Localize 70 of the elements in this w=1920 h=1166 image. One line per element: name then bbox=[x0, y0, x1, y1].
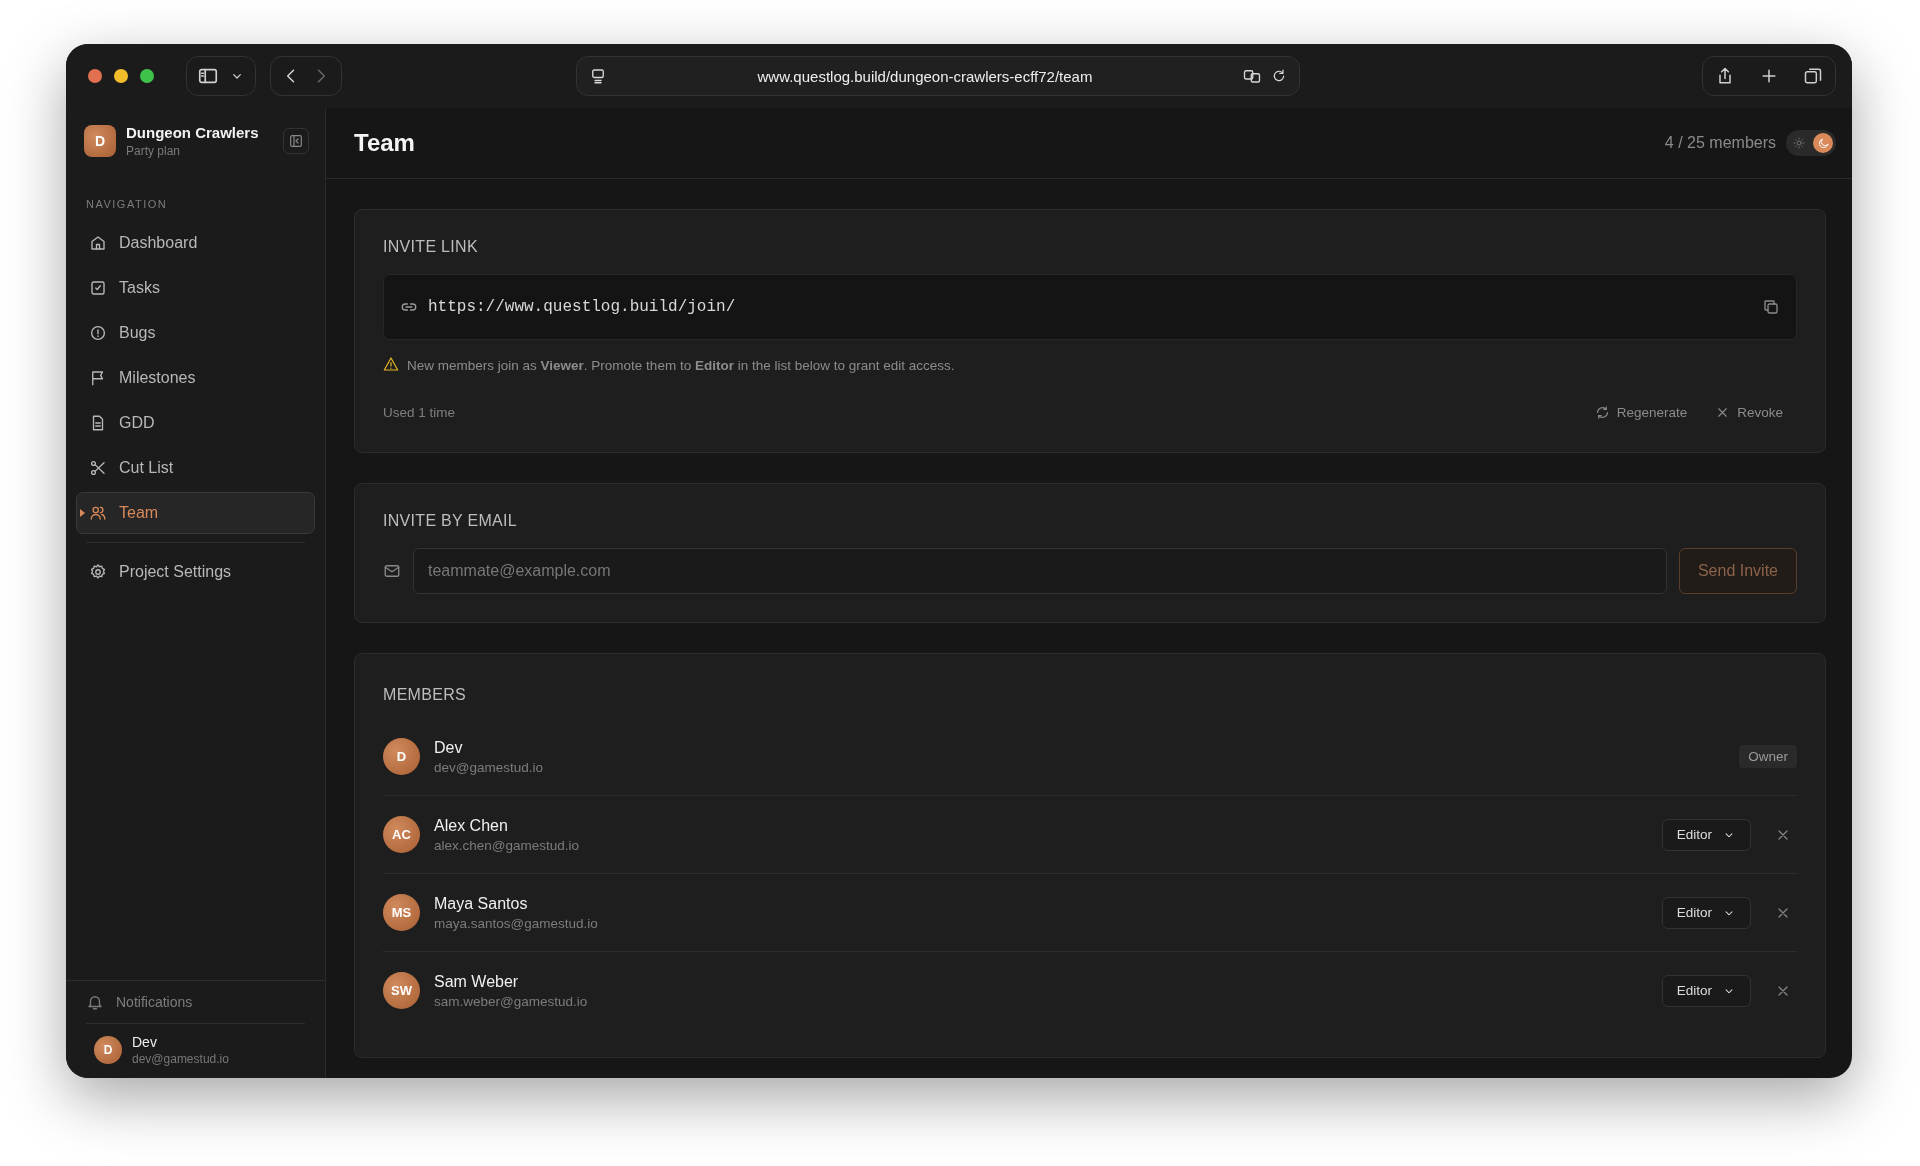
users-icon bbox=[89, 504, 107, 522]
translate-icon bbox=[1243, 67, 1261, 85]
revoke-button[interactable]: Revoke bbox=[1701, 401, 1797, 424]
sun-icon bbox=[1793, 137, 1805, 149]
url-text: www.questlog.build/dungeon-crawlers-ecff72/team bbox=[756, 67, 1094, 85]
member-name: Alex Chen bbox=[434, 816, 509, 835]
theme-toggle[interactable] bbox=[1786, 130, 1836, 156]
tabs-icon bbox=[1803, 66, 1823, 86]
copy-button[interactable] bbox=[1762, 298, 1780, 316]
member-name: Sam Weber bbox=[434, 972, 520, 991]
nav-item[interactable]: Milestones bbox=[76, 357, 315, 399]
user-name: Dev bbox=[132, 1034, 158, 1050]
checkbox-icon bbox=[89, 279, 107, 297]
role-dropdown[interactable]: Editor bbox=[1661, 818, 1751, 851]
member-avatar: MS bbox=[383, 894, 420, 931]
minimize-icon[interactable] bbox=[114, 69, 128, 83]
nav-item[interactable]: Bugs bbox=[76, 312, 315, 354]
nav-item[interactable]: Tasks bbox=[76, 267, 315, 309]
refresh-icon bbox=[1594, 405, 1610, 420]
panel-left-icon bbox=[288, 133, 304, 149]
nav-item[interactable]: Project Settings bbox=[76, 551, 315, 593]
usage-text: Used 1 time bbox=[383, 405, 457, 420]
nav-item[interactable]: Cut List bbox=[76, 447, 315, 489]
notifications-item[interactable]: Notifications bbox=[66, 980, 325, 1023]
page-title: Team bbox=[354, 129, 416, 157]
member-email: dev@gamestud.io bbox=[434, 759, 544, 775]
role-dropdown[interactable]: Editor bbox=[1661, 974, 1751, 1007]
invite-note: New members join as Viewer. Promote them to Editor in the list below to grant edit access. bbox=[407, 358, 955, 373]
maximize-icon[interactable] bbox=[140, 69, 154, 83]
member-avatar: AC bbox=[383, 816, 420, 853]
card-title: INVITE BY EMAIL bbox=[383, 512, 519, 530]
nav-item[interactable]: Team bbox=[76, 492, 315, 534]
card-title: INVITE LINK bbox=[383, 238, 479, 256]
member-name: Dev bbox=[434, 738, 464, 757]
card-title: MEMBERS bbox=[383, 686, 467, 704]
project-name: Dungeon Crawlers bbox=[126, 124, 260, 141]
member-email: alex.chen@gamestud.io bbox=[434, 837, 581, 853]
role-dropdown[interactable]: Editor bbox=[1661, 896, 1751, 929]
nav-item[interactable]: Dashboard bbox=[76, 222, 315, 264]
close-icon[interactable] bbox=[88, 69, 102, 83]
user-avatar: D bbox=[94, 1036, 122, 1064]
member-email: maya.santos@gamestud.io bbox=[434, 915, 599, 931]
reload-icon bbox=[1271, 68, 1287, 84]
address-bar[interactable]: www.questlog.build/dungeon-crawlers-ecff72/team bbox=[576, 56, 1300, 96]
tabs-button[interactable] bbox=[1803, 66, 1823, 86]
moon-icon bbox=[1816, 136, 1830, 150]
member-name: Maya Santos bbox=[434, 894, 529, 913]
collapse-sidebar-button[interactable] bbox=[283, 128, 309, 154]
regenerate-button[interactable]: Regenerate bbox=[1580, 401, 1702, 424]
bell-icon bbox=[86, 993, 104, 1011]
scissors-icon bbox=[89, 459, 107, 477]
mail-icon bbox=[383, 562, 401, 580]
page-icon bbox=[589, 67, 607, 85]
project-plan: Party plan bbox=[126, 144, 182, 158]
email-field[interactable]: teammate@example.com bbox=[413, 548, 1667, 594]
project-avatar: D bbox=[84, 125, 116, 157]
nav-item[interactable]: GDD bbox=[76, 402, 315, 444]
copy-icon bbox=[1762, 298, 1780, 316]
member-avatar: SW bbox=[383, 972, 420, 1009]
home-icon bbox=[89, 234, 107, 252]
invite-link-field[interactable]: https://www.questlog.build/join/ bbox=[383, 274, 1797, 340]
member-count: 4 / 25 members bbox=[1664, 134, 1776, 152]
alert-circle-icon bbox=[89, 324, 107, 342]
gear-icon bbox=[89, 563, 107, 581]
member-email: sam.weber@gamestud.io bbox=[434, 993, 589, 1009]
warning-icon bbox=[383, 356, 399, 372]
user-email: dev@gamestud.io bbox=[132, 1052, 229, 1066]
role-badge: Owner bbox=[1739, 745, 1797, 768]
member-avatar: D bbox=[383, 738, 420, 775]
section-label: NAVIGATION bbox=[86, 198, 169, 210]
